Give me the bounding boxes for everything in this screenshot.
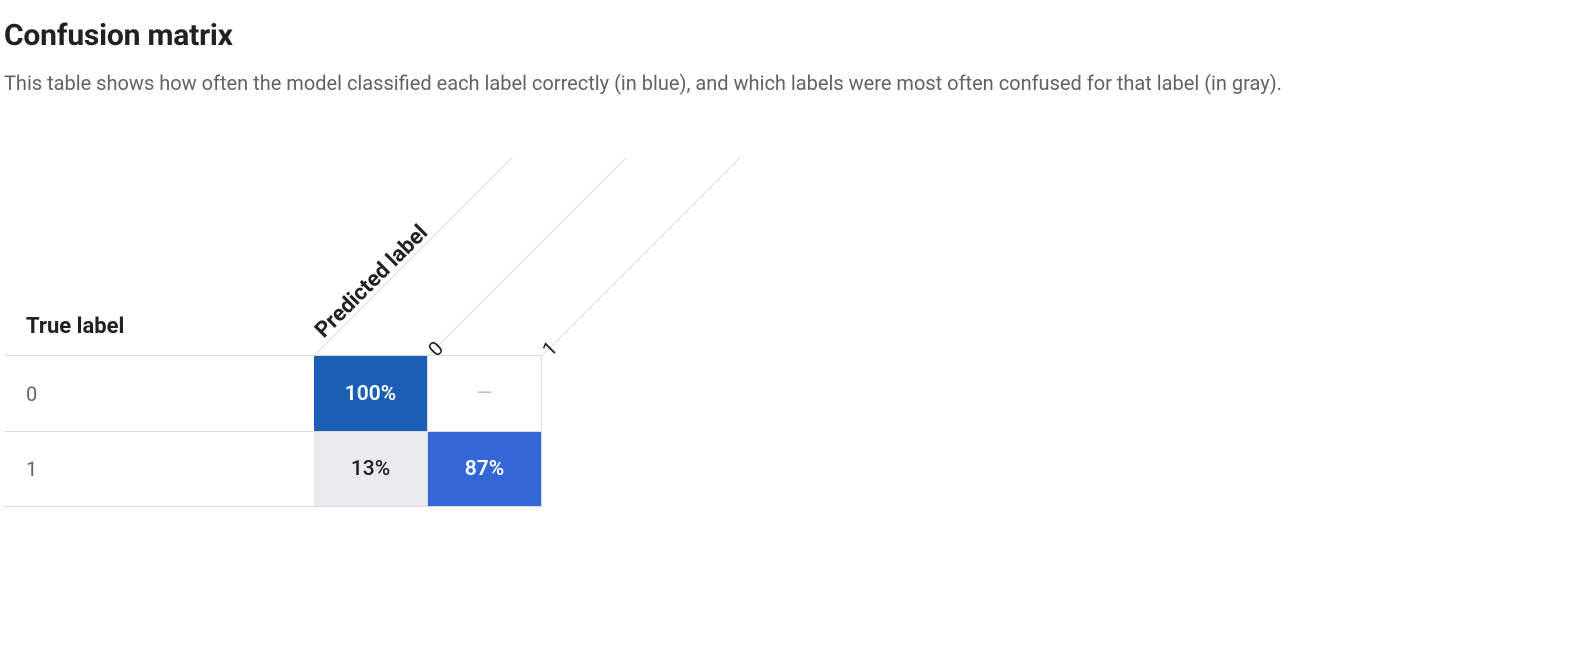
row-label-1: 1 [4,431,314,507]
confusion-matrix: True label Predicted label 0 1 0 100% — … [4,155,804,507]
column-header-area: True label Predicted label 0 1 [4,155,804,355]
cell-1-1: 87% [428,431,542,507]
predicted-label-header: Predicted label [310,220,433,343]
cell-0-0: 100% [314,355,428,431]
cell-1-0: 13% [314,431,428,507]
page-title: Confusion matrix [4,18,1566,53]
matrix-grid: 0 100% — 1 13% 87% [4,355,804,507]
description: This table shows how often the model cla… [4,71,1566,95]
true-label-header: True label [26,314,124,339]
cell-0-1: — [428,355,542,431]
row-label-0: 0 [4,355,314,431]
